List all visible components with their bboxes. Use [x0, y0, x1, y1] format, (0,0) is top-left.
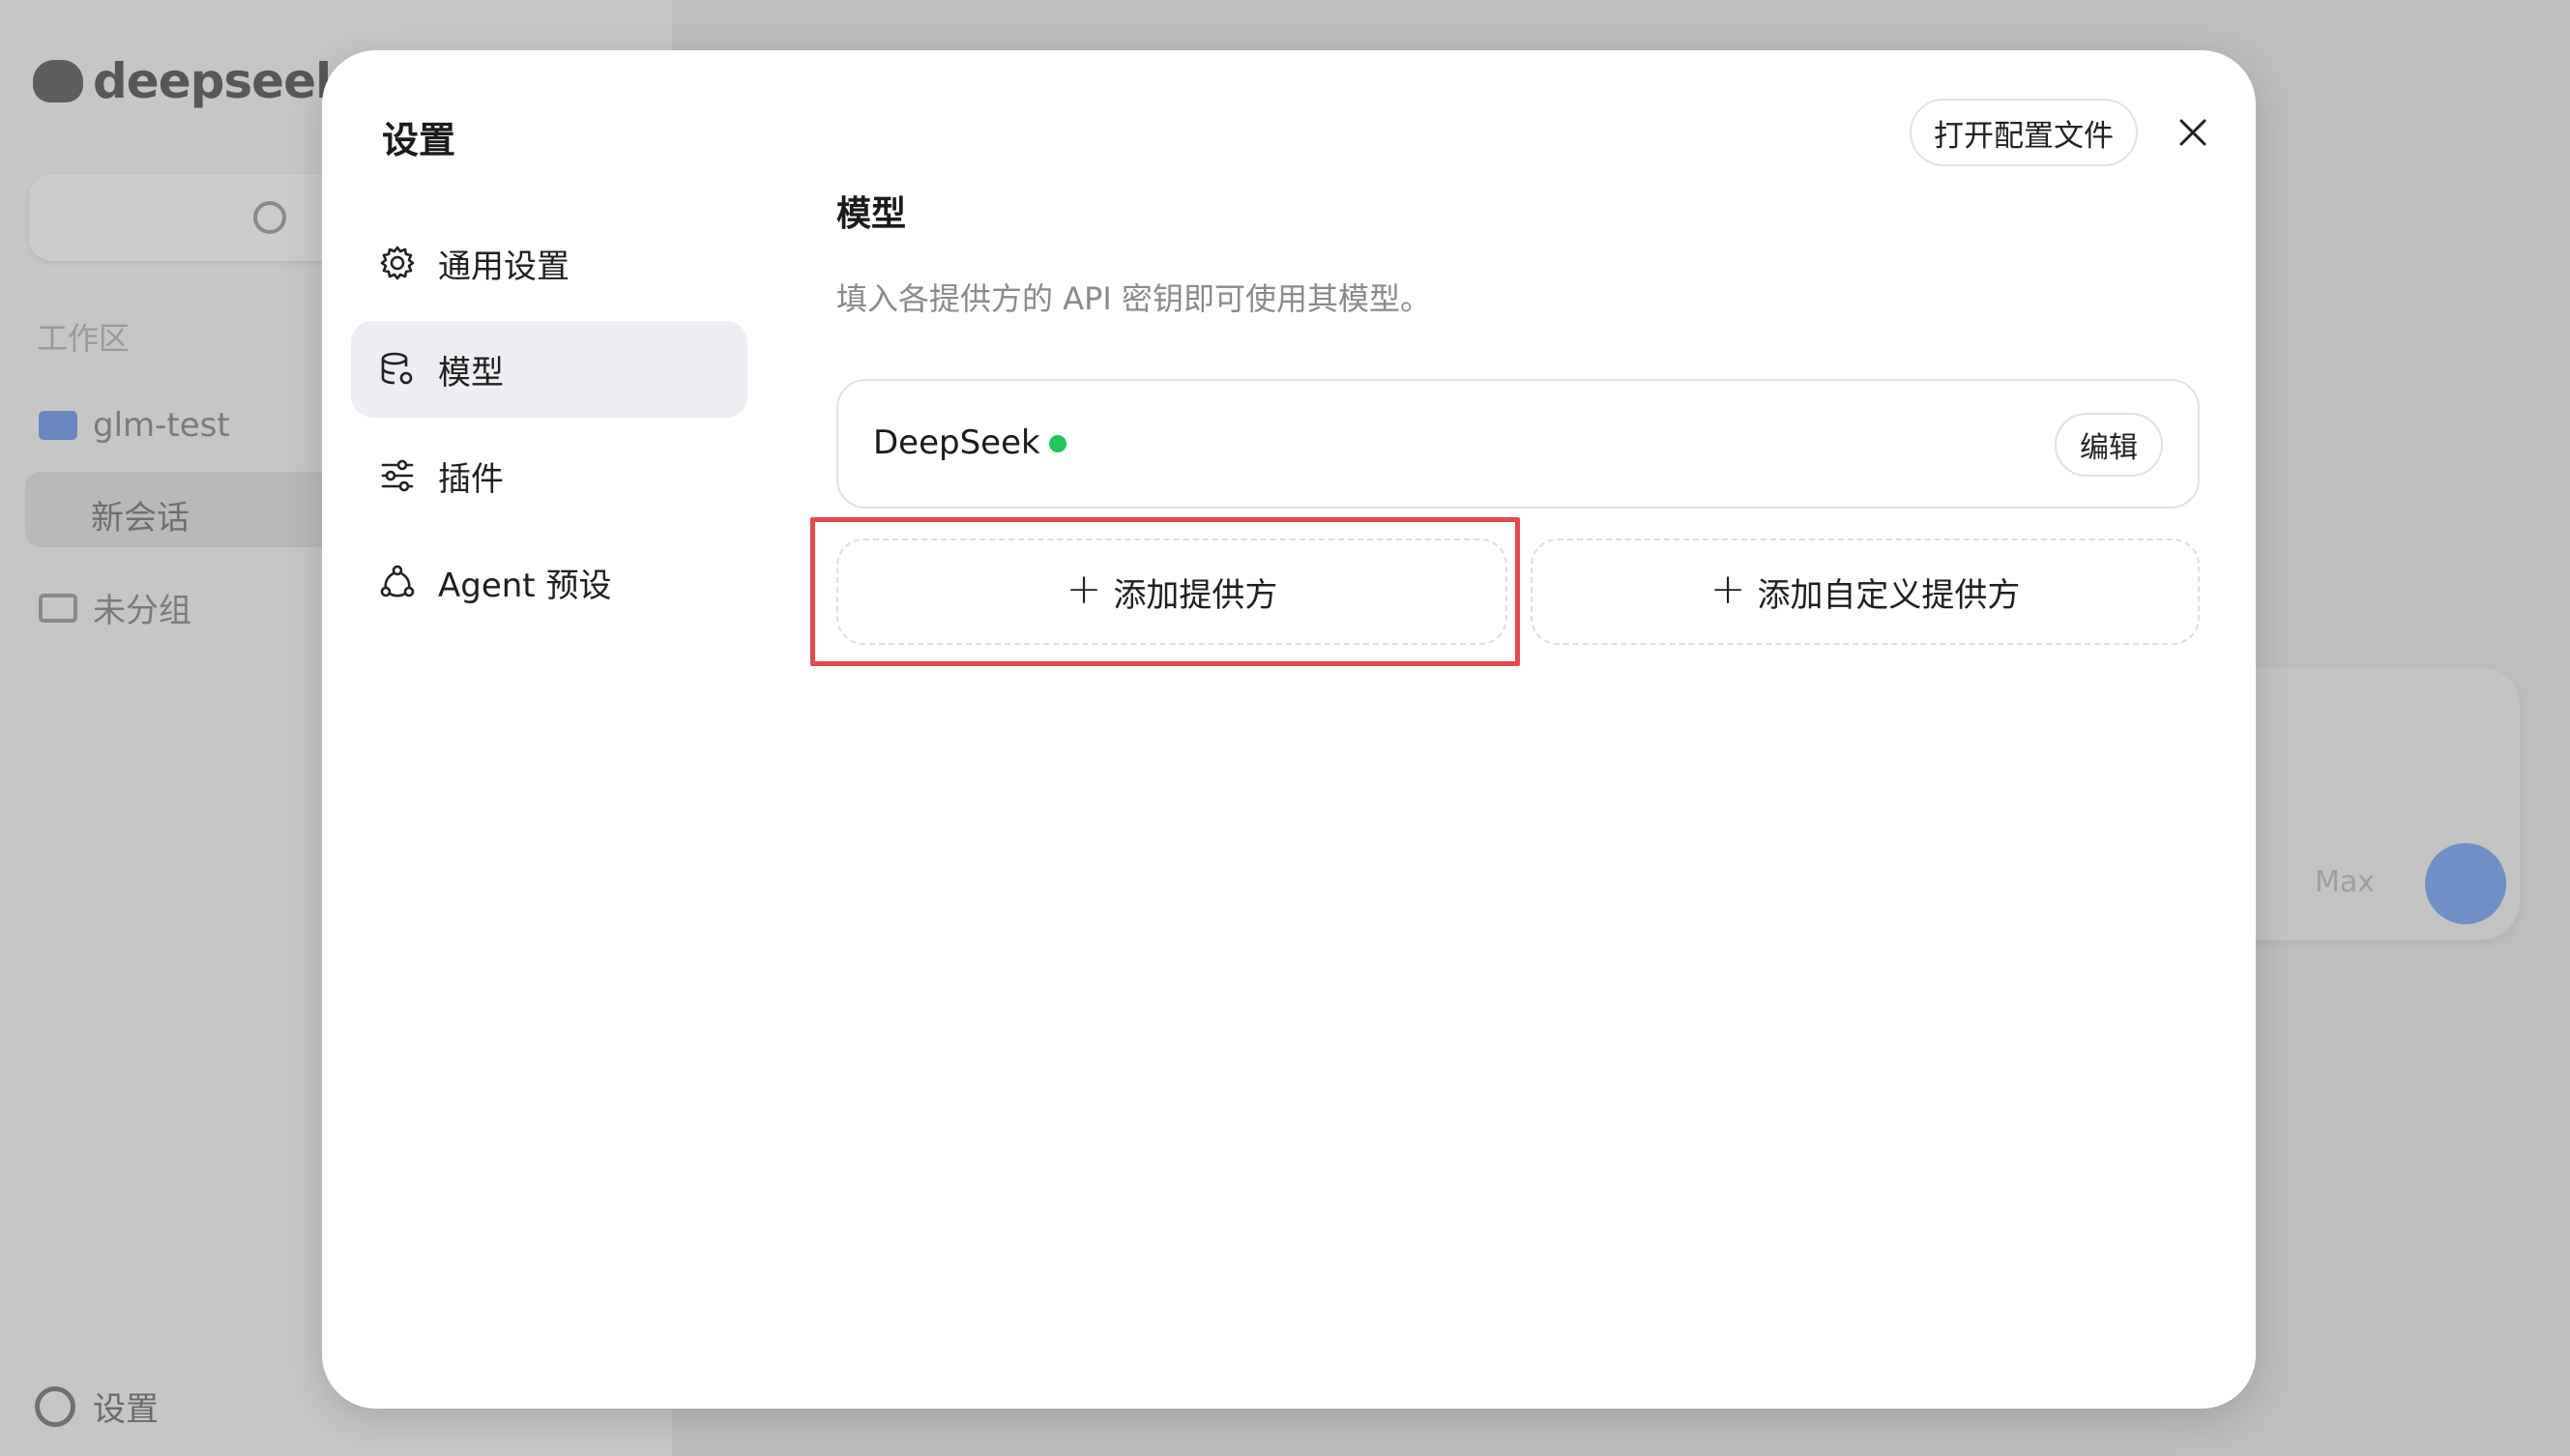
plus-icon: + — [1066, 565, 1102, 614]
nav-item-plugins[interactable]: 插件 — [351, 427, 747, 524]
folder-outline-icon — [39, 593, 77, 623]
logo-text: deepseek — [93, 53, 347, 109]
provider-card: DeepSeek 编辑 — [836, 379, 2200, 509]
add-custom-provider-label: 添加自定义提供方 — [1757, 575, 2021, 615]
nav-label-plugins: 插件 — [438, 459, 504, 499]
edit-provider-button[interactable]: 编辑 — [2055, 413, 2163, 477]
status-dot-icon — [1049, 435, 1066, 452]
sliders-icon — [378, 456, 417, 495]
model-selector: Max — [2314, 865, 2375, 899]
section-title: 模型 — [836, 194, 907, 234]
provider-name: DeepSeek — [873, 423, 1040, 462]
sidebar-settings-label: 设置 — [93, 1390, 159, 1429]
settings-nav: 通用设置 模型 插件 Agent 预设 — [351, 215, 747, 640]
whale-logo-icon — [33, 60, 83, 102]
add-provider-button[interactable]: + 添加提供方 — [836, 539, 1507, 645]
add-provider-label: 添加提供方 — [1113, 575, 1278, 615]
open-config-button[interactable]: 打开配置文件 — [1910, 99, 2138, 166]
modal-title: 设置 — [382, 119, 456, 161]
nav-label-models: 模型 — [438, 353, 504, 393]
section-description: 填入各提供方的 API 密钥即可使用其模型。 — [836, 280, 1431, 317]
sidebar-settings: 设置 — [35, 1383, 159, 1430]
ungrouped-label: 未分组 — [93, 592, 191, 630]
plus-icon: + — [1709, 565, 1746, 614]
close-button[interactable] — [2171, 110, 2215, 155]
project-item: glm-test — [39, 406, 230, 445]
app-logo: deepseek — [33, 53, 347, 109]
nav-item-agent-presets[interactable]: Agent 预设 — [351, 534, 747, 630]
gear-icon — [35, 1385, 75, 1427]
nav-label-general: 通用设置 — [438, 247, 569, 286]
gear-icon — [378, 244, 417, 282]
nav-item-models[interactable]: 模型 — [351, 321, 747, 418]
plus-circle-icon — [253, 201, 286, 234]
ungrouped-item: 未分组 — [39, 584, 191, 631]
chat-name: 新会话 — [91, 499, 190, 538]
settings-modal: 设置 打开配置文件 通用设置 模型 插件 Agent 预设 模型 填入各提供方的… — [322, 50, 2256, 1409]
send-button — [2425, 843, 2506, 924]
add-custom-provider-button[interactable]: + 添加自定义提供方 — [1531, 539, 2200, 645]
nav-item-general[interactable]: 通用设置 — [351, 215, 747, 311]
nav-label-agent-presets: Agent 预设 — [438, 566, 612, 605]
database-icon — [378, 350, 417, 389]
close-icon — [2179, 119, 2206, 146]
project-name: glm-test — [93, 406, 230, 445]
agent-icon — [378, 563, 417, 601]
folder-icon — [39, 411, 77, 440]
workspace-title: 工作区 — [37, 320, 131, 357]
